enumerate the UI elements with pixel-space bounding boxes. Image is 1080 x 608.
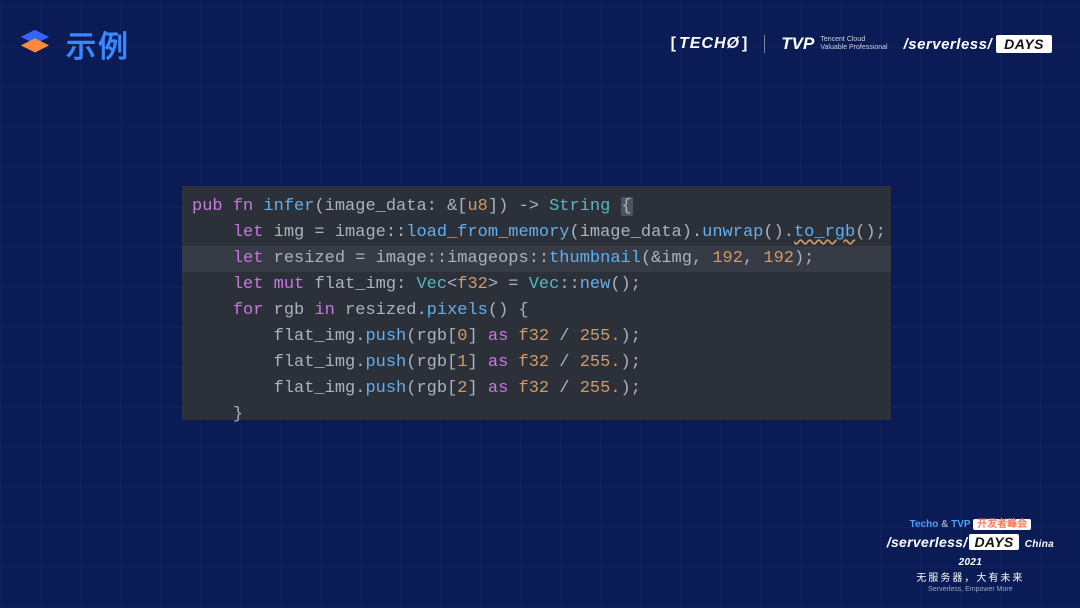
fb-china-text: China xyxy=(1025,539,1054,550)
brand-serverless-pill: DAYS xyxy=(996,35,1052,53)
fb-devconf: 开发者峰会 xyxy=(973,519,1031,530)
brand-tvp-sub-2: Valuable Professional xyxy=(820,44,887,51)
slide-title: 示例 xyxy=(66,22,130,66)
code-block: pub fn infer(image_data: &[u8]) -> Strin… xyxy=(182,186,891,420)
brand-tvp-text: TVP xyxy=(781,34,814,54)
stack-icon xyxy=(18,27,52,61)
footer-line-1: Techo & TVP 开发者峰会 xyxy=(887,518,1054,531)
fb-techo: Techo xyxy=(910,519,939,530)
brand-tvp-sub-1: Tencent Cloud xyxy=(820,36,865,43)
code-line: let img = image::load_from_memory(image_… xyxy=(182,220,891,246)
footer-line-3: 无服务器，大有未来 xyxy=(887,572,1054,585)
brand-serverless: /serverless/ DAYS xyxy=(904,35,1052,53)
fb-year: 2021 xyxy=(959,557,982,568)
code-line: flat_img.push(rgb[2] as f32 / 255.); xyxy=(182,376,891,402)
footer-line-4: Serverless, Empower More xyxy=(887,585,1054,594)
code-line: flat_img.push(rgb[0] as f32 / 255.); xyxy=(182,324,891,350)
brand-serverless-prefix: /serverless/ xyxy=(904,36,993,53)
code-line: let resized = image::imageops::thumbnail… xyxy=(182,246,891,272)
code-line: } xyxy=(182,402,891,428)
brand-row: TECHØ TVP Tencent Cloud Valuable Profess… xyxy=(671,34,1052,54)
footer-line-2: /serverless/DAYS China 2021 xyxy=(887,533,1054,569)
fb-prefix: /serverless/ xyxy=(887,534,968,550)
code-line: pub fn infer(image_data: &[u8]) -> Strin… xyxy=(182,194,891,220)
fb-pill: DAYS xyxy=(969,534,1018,550)
brand-tvp: TVP Tencent Cloud Valuable Professional xyxy=(781,34,887,54)
brand-techo: TECHØ xyxy=(671,35,749,53)
brand-separator xyxy=(764,35,765,53)
code-line: flat_img.push(rgb[1] as f32 / 255.); xyxy=(182,350,891,376)
title-group: 示例 xyxy=(18,22,130,66)
slide-header: 示例 TECHØ TVP Tencent Cloud Valuable Prof… xyxy=(0,0,1080,66)
code-line: let mut flat_img: Vec<f32> = Vec::new(); xyxy=(182,272,891,298)
brand-tvp-sub: Tencent Cloud Valuable Professional xyxy=(820,36,887,53)
fb-tvp: TVP xyxy=(951,519,970,530)
code-line: for rgb in resized.pixels() { xyxy=(182,298,891,324)
footer-badge: Techo & TVP 开发者峰会 /serverless/DAYS China… xyxy=(887,518,1054,594)
